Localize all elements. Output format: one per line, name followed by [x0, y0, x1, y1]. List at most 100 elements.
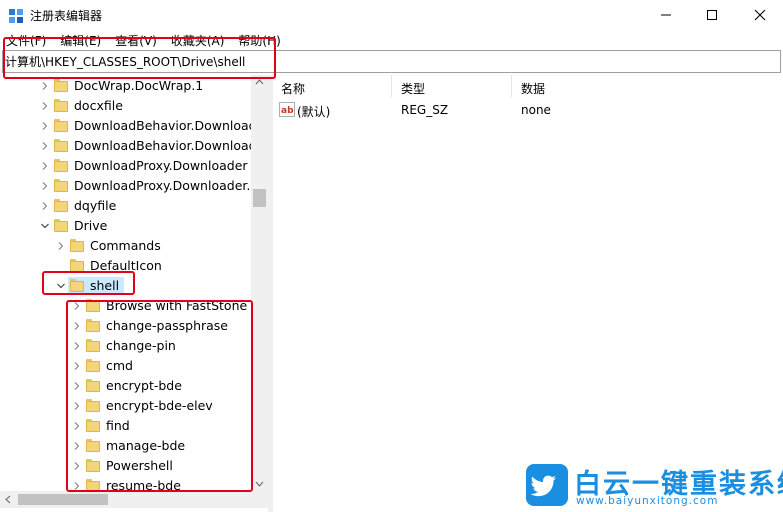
maximize-icon: [707, 10, 717, 20]
folder-icon: [54, 79, 68, 92]
tree-node[interactable]: Browse with FastStone: [0, 296, 252, 316]
tree-node[interactable]: DefaultIcon: [0, 256, 252, 276]
tree-node[interactable]: DownloadProxy.Downloader.1: [0, 176, 258, 196]
scroll-left-icon[interactable]: [5, 495, 11, 504]
chevron-down-icon[interactable]: [40, 221, 50, 231]
menu-favorites[interactable]: 收藏夹(A): [171, 32, 225, 49]
tree-node[interactable]: dqyfile: [0, 196, 252, 216]
tree-node[interactable]: Drive: [0, 216, 252, 236]
chevron-right-icon[interactable]: [40, 201, 50, 211]
tree-node-label: DocWrap.DocWrap.1: [74, 78, 204, 93]
column-data[interactable]: 数据: [521, 80, 545, 97]
folder-icon: [86, 399, 100, 412]
list-row-default[interactable]: ab (默认) REG_SZ none: [273, 101, 783, 121]
folder-icon: [70, 259, 84, 272]
column-divider[interactable]: [511, 75, 512, 97]
address-bar[interactable]: 计算机\HKEY_CLASSES_ROOT\Drive\shell: [2, 50, 781, 73]
chevron-right-icon[interactable]: [40, 161, 50, 171]
chevron-right-icon[interactable]: [40, 141, 50, 151]
maximize-button[interactable]: [689, 0, 735, 30]
chevron-right-icon[interactable]: [72, 381, 82, 391]
scroll-down-icon[interactable]: [255, 481, 264, 487]
tree-vertical-scrollbar[interactable]: [251, 75, 268, 491]
list-header: 名称 类型 数据: [273, 75, 783, 99]
address-path: 计算机\HKEY_CLASSES_ROOT\Drive\shell: [5, 55, 246, 69]
chevron-right-icon[interactable]: [72, 481, 82, 491]
chevron-right-icon[interactable]: [72, 461, 82, 471]
tree-horizontal-scrollbar[interactable]: [0, 491, 268, 508]
tree-node[interactable]: DownloadBehavior.DownloadB: [0, 116, 265, 136]
close-icon: [754, 9, 766, 21]
tree-node-label: docxfile: [74, 98, 123, 113]
folder-icon: [86, 439, 100, 452]
menu-help[interactable]: 帮助(H): [238, 32, 280, 49]
twitter-bird-icon: [530, 475, 556, 497]
tree-node[interactable]: find: [0, 416, 252, 436]
value-name: (默认): [297, 105, 331, 119]
tree-scroll-thumb[interactable]: [253, 189, 266, 207]
tree-node[interactable]: change-passphrase: [0, 316, 252, 336]
tree-node-label: DownloadBehavior.DownloadB: [74, 118, 266, 133]
folder-icon: [54, 99, 68, 112]
tree-node-label: dqyfile: [74, 198, 117, 213]
tree-node[interactable]: Powershell: [0, 456, 252, 476]
column-name[interactable]: 名称: [281, 80, 305, 97]
chevron-right-icon[interactable]: [40, 81, 50, 91]
tree-node[interactable]: manage-bde: [0, 436, 252, 456]
tree-node[interactable]: encrypt-bde-elev: [0, 396, 252, 416]
tree-node[interactable]: cmd: [0, 356, 252, 376]
tree-node[interactable]: Commands: [0, 236, 252, 256]
chevron-right-icon[interactable]: [72, 361, 82, 371]
folder-icon: [54, 139, 68, 152]
chevron-right-icon[interactable]: [72, 341, 82, 351]
tree-node-label: DownloadProxy.Downloader.1: [74, 178, 259, 193]
tree-hscroll-thumb[interactable]: [18, 494, 108, 505]
watermark-bird-logo: [526, 464, 568, 506]
tree-node-label: change-pin: [106, 338, 176, 353]
menu-edit[interactable]: 编辑(E): [60, 32, 101, 49]
tree-node-label: cmd: [106, 358, 133, 373]
tree-node[interactable]: DownloadBehavior.DownloadB: [0, 136, 265, 156]
menu-file[interactable]: 文件(F): [6, 32, 46, 49]
registry-tree[interactable]: DocWrap.DocWrap.1 docxfile DownloadBehavio…: [0, 75, 268, 512]
chevron-right-icon[interactable]: [40, 101, 50, 111]
chevron-right-icon[interactable]: [72, 441, 82, 451]
folder-icon: [54, 219, 68, 232]
tree-node-label: encrypt-bde-elev: [106, 398, 213, 413]
folder-icon: [86, 459, 100, 472]
tree-node[interactable]: encrypt-bde: [0, 376, 252, 396]
tree-node[interactable]: change-pin: [0, 336, 252, 356]
tree-node[interactable]: docxfile: [0, 96, 252, 116]
folder-icon: [86, 339, 100, 352]
folder-icon: [54, 119, 68, 132]
chevron-right-icon[interactable]: [72, 321, 82, 331]
tree-node-label: Drive: [74, 218, 108, 233]
chevron-right-icon[interactable]: [40, 121, 50, 131]
chevron-down-icon[interactable]: [56, 281, 66, 291]
minimize-icon: [661, 14, 671, 16]
menu-view[interactable]: 查看(V): [115, 32, 157, 49]
tree-node-label: Browse with FastStone: [106, 298, 248, 313]
tree-node[interactable]: shell: [0, 276, 252, 296]
folder-icon: [70, 239, 84, 252]
close-button[interactable]: [737, 0, 783, 30]
values-list[interactable]: 名称 类型 数据 ab (默认) REG_SZ none: [273, 75, 783, 512]
value-data: none: [521, 103, 551, 117]
scroll-up-icon[interactable]: [255, 79, 264, 85]
watermark: 白云一键重装系统 www.baiyunxitong.com: [526, 460, 783, 512]
chevron-right-icon[interactable]: [72, 401, 82, 411]
tree-node[interactable]: DocWrap.DocWrap.1: [0, 76, 252, 96]
tree-node[interactable]: DownloadProxy.Downloader: [0, 156, 252, 176]
tree-node-label: Commands: [90, 238, 161, 253]
chevron-right-icon[interactable]: [72, 301, 82, 311]
chevron-right-icon[interactable]: [40, 181, 50, 191]
tree-node-label: change-passphrase: [106, 318, 228, 333]
value-type: REG_SZ: [401, 103, 449, 117]
string-value-icon: ab: [279, 102, 295, 117]
column-divider[interactable]: [391, 75, 392, 97]
chevron-right-icon[interactable]: [56, 241, 66, 251]
minimize-button[interactable]: [643, 0, 689, 30]
tree-node-label: DefaultIcon: [90, 258, 162, 273]
column-type[interactable]: 类型: [401, 80, 425, 97]
chevron-right-icon[interactable]: [72, 421, 82, 431]
